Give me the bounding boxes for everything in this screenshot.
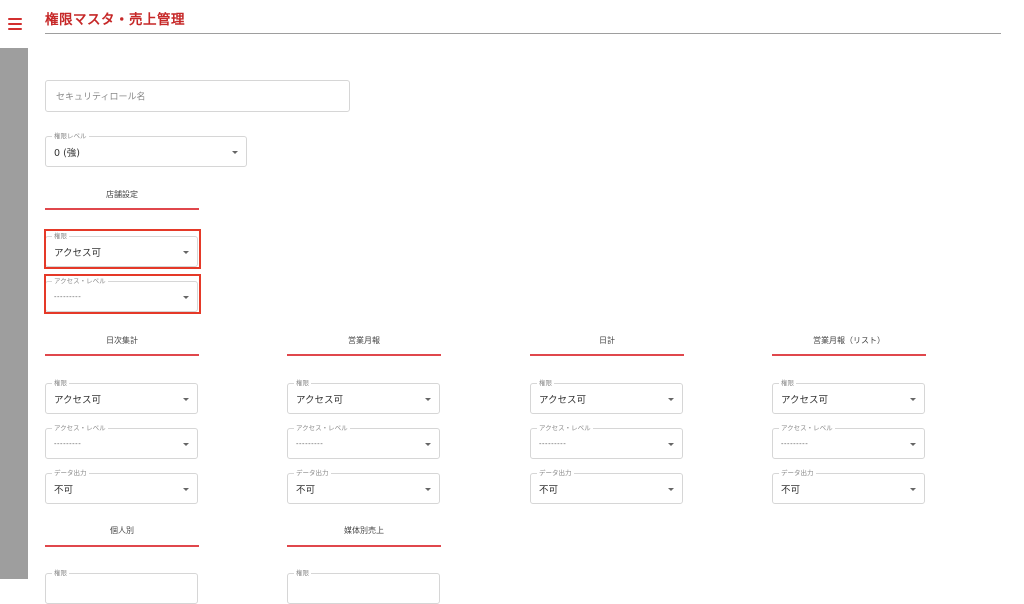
permission-label: 権限	[294, 568, 311, 578]
data-output-label: データ出力	[294, 468, 331, 478]
access-level-select[interactable]: アクセス・レベル ---------	[287, 423, 440, 459]
page-title: 権限マスタ・売上管理	[45, 12, 185, 28]
permission-select[interactable]: 権限	[45, 568, 198, 604]
section-title: 媒体別売上	[344, 526, 384, 535]
data-output-label: データ出力	[779, 468, 816, 478]
permission-label: 権限	[52, 378, 69, 388]
permission-select[interactable]: 権限 アクセス可	[45, 378, 198, 414]
permission-level-value: 0 (強)	[54, 147, 80, 159]
permission-label: 権限	[52, 568, 69, 578]
chevron-down-icon	[425, 487, 431, 491]
access-level-value: ---------	[781, 439, 809, 448]
store-settings-underline	[45, 208, 199, 210]
chevron-down-icon	[232, 150, 238, 154]
chevron-down-icon	[183, 397, 189, 401]
section-underline	[287, 545, 441, 547]
section-title: 営業月報（リスト）	[813, 336, 885, 345]
section-title: 営業月報	[348, 336, 380, 345]
access-level-label: アクセス・レベル	[294, 423, 350, 433]
chevron-down-icon	[910, 442, 916, 446]
permission-level-label: 権限レベル	[52, 131, 89, 141]
access-level-value: ---------	[54, 439, 82, 448]
section-title: 個人別	[110, 526, 134, 535]
permission-value: アクセス可	[296, 394, 344, 406]
data-output-value: 不可	[781, 484, 801, 496]
permission-select[interactable]: 権限	[287, 568, 440, 604]
chevron-down-icon	[183, 442, 189, 446]
store-permission-highlight	[44, 229, 201, 269]
data-output-label: データ出力	[52, 468, 89, 478]
store-settings-title: 店舗設定	[106, 190, 138, 199]
access-level-value: ---------	[296, 439, 324, 448]
permission-select[interactable]: 権限 アクセス可	[287, 378, 440, 414]
section-underline	[45, 354, 199, 356]
permission-label: 権限	[294, 378, 311, 388]
data-output-value: 不可	[539, 484, 559, 496]
permission-select[interactable]: 権限 アクセス可	[772, 378, 925, 414]
sidebar	[0, 48, 28, 579]
data-output-label: データ出力	[537, 468, 574, 478]
data-output-select[interactable]: データ出力 不可	[772, 468, 925, 504]
chevron-down-icon	[668, 487, 674, 491]
store-access-level-highlight	[44, 274, 201, 314]
data-output-select[interactable]: データ出力 不可	[530, 468, 683, 504]
section-title: 日次集計	[106, 336, 138, 345]
role-name-input[interactable]: セキュリティロール名	[45, 80, 350, 112]
chevron-down-icon	[425, 397, 431, 401]
chevron-down-icon	[910, 397, 916, 401]
section-underline	[530, 354, 684, 356]
section-underline	[45, 545, 199, 547]
access-level-value: ---------	[539, 439, 567, 448]
chevron-down-icon	[183, 487, 189, 491]
chevron-down-icon	[668, 442, 674, 446]
section-title: 日計	[599, 336, 615, 345]
chevron-down-icon	[425, 442, 431, 446]
access-level-select[interactable]: アクセス・レベル ---------	[772, 423, 925, 459]
data-output-value: 不可	[296, 484, 316, 496]
section-underline	[287, 354, 441, 356]
chevron-down-icon	[668, 397, 674, 401]
permission-value: アクセス可	[781, 394, 829, 406]
permission-label: 権限	[537, 378, 554, 388]
role-name-placeholder: セキュリティロール名	[56, 92, 146, 103]
hamburger-menu-icon[interactable]	[6, 14, 24, 32]
access-level-label: アクセス・レベル	[537, 423, 593, 433]
access-level-label: アクセス・レベル	[52, 423, 108, 433]
permission-label: 権限	[779, 378, 796, 388]
data-output-value: 不可	[54, 484, 74, 496]
data-output-select[interactable]: データ出力 不可	[45, 468, 198, 504]
section-underline	[772, 354, 926, 356]
title-divider	[45, 33, 1001, 34]
chevron-down-icon	[910, 487, 916, 491]
access-level-select[interactable]: アクセス・レベル ---------	[45, 423, 198, 459]
access-level-select[interactable]: アクセス・レベル ---------	[530, 423, 683, 459]
access-level-label: アクセス・レベル	[779, 423, 835, 433]
permission-level-select[interactable]: 権限レベル 0 (強)	[45, 131, 247, 167]
permission-value: アクセス可	[539, 394, 587, 406]
permission-select[interactable]: 権限 アクセス可	[530, 378, 683, 414]
data-output-select[interactable]: データ出力 不可	[287, 468, 440, 504]
permission-value: アクセス可	[54, 394, 102, 406]
